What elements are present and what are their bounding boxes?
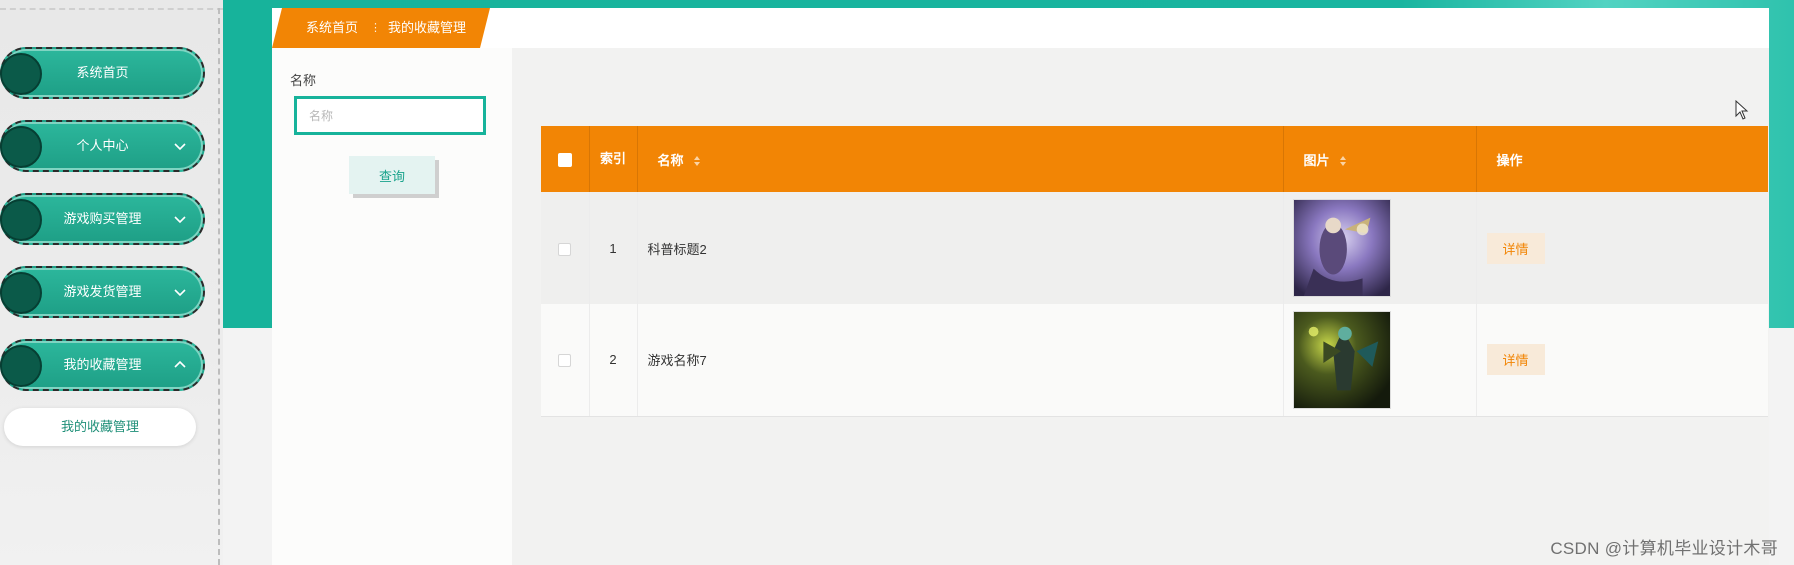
row-index: 1: [589, 192, 638, 304]
column-header-label: 图片: [1303, 152, 1330, 168]
chevron-up-icon: [174, 360, 186, 368]
sidebar-item-label: 系统首页: [76, 65, 129, 80]
row-select-cell: [541, 192, 590, 304]
menu-knob-icon: [0, 126, 42, 168]
query-button[interactable]: 查询: [349, 156, 435, 194]
column-header-index: 索引: [589, 126, 638, 192]
sidebar-item-label: 我的收藏管理: [63, 357, 142, 372]
breadcrumb-home-link[interactable]: 系统首页: [306, 8, 358, 48]
column-header-image[interactable]: 图片: [1283, 126, 1477, 192]
favorites-table: 索引 名称 图片 操作 1 科普标题2 详情 2 游戏名称7 详情: [541, 126, 1768, 417]
row-index: 2: [589, 304, 638, 417]
submenu-item-favorites[interactable]: 我的收藏管理: [4, 408, 196, 446]
row-action-cell: 详情: [1476, 304, 1768, 417]
row-image-cell: [1283, 304, 1477, 417]
row-select-cell: [541, 304, 590, 417]
sidebar: 系统首页 个人中心 游戏购买管理 游戏发货管理 我的收藏管理 我的收藏管理: [0, 0, 223, 565]
row-name: 游戏名称7: [637, 304, 1284, 417]
menu-knob-icon: [0, 53, 42, 95]
table-header-row: 索引 名称 图片 操作: [541, 126, 1768, 192]
chevron-down-icon: [174, 216, 186, 224]
search-label: 名称: [290, 73, 317, 88]
watermark: CSDN @计算机毕业设计木哥: [1550, 539, 1778, 558]
select-all-header[interactable]: [541, 126, 590, 192]
breadcrumb-separator: ⋮: [370, 22, 381, 34]
game-thumbnail-image[interactable]: [1292, 199, 1391, 297]
row-name: 科普标题2: [637, 192, 1284, 304]
search-panel: 名称 查询: [272, 48, 512, 565]
menu-knob-icon: [0, 272, 42, 314]
sidebar-item-favorites[interactable]: 我的收藏管理: [0, 339, 205, 391]
row-checkbox[interactable]: [558, 242, 572, 256]
table-row: 2 游戏名称7 详情: [541, 304, 1768, 417]
menu-knob-icon: [0, 345, 42, 387]
sidebar-item-label: 游戏购买管理: [63, 211, 142, 226]
select-all-checkbox[interactable]: [557, 152, 572, 167]
breadcrumb-current: 我的收藏管理: [388, 20, 467, 35]
detail-button[interactable]: 详情: [1486, 344, 1545, 376]
row-action-cell: 详情: [1476, 192, 1768, 304]
menu-knob-icon: [0, 199, 42, 241]
sort-icon[interactable]: [1339, 155, 1347, 167]
row-image-cell: [1283, 192, 1477, 304]
breadcrumb-bar: 系统首页 ⋮ 我的收藏管理: [272, 8, 1769, 48]
sidebar-item-game-shipping[interactable]: 游戏发货管理: [0, 266, 205, 318]
search-input[interactable]: [294, 96, 486, 135]
sidebar-item-game-purchase[interactable]: 游戏购买管理: [0, 193, 205, 245]
sidebar-item-home[interactable]: 系统首页: [0, 47, 205, 99]
detail-button[interactable]: 详情: [1486, 232, 1545, 264]
sidebar-item-label: 游戏发货管理: [63, 284, 142, 299]
column-header-label: 名称: [657, 152, 684, 168]
sidebar-item-profile[interactable]: 个人中心: [0, 120, 205, 172]
game-thumbnail-image[interactable]: [1292, 310, 1391, 409]
table-row: 1 科普标题2 详情: [541, 192, 1768, 304]
breadcrumb: 系统首页 ⋮ 我的收藏管理: [272, 8, 490, 48]
chevron-down-icon: [174, 143, 186, 151]
column-header-name[interactable]: 名称: [637, 126, 1284, 192]
sort-icon[interactable]: [693, 155, 701, 167]
sidebar-item-label: 个人中心: [76, 138, 129, 153]
chevron-down-icon: [174, 289, 186, 297]
column-header-action: 操作: [1476, 126, 1768, 192]
mouse-cursor-icon: [1735, 100, 1749, 120]
row-checkbox[interactable]: [558, 354, 572, 368]
